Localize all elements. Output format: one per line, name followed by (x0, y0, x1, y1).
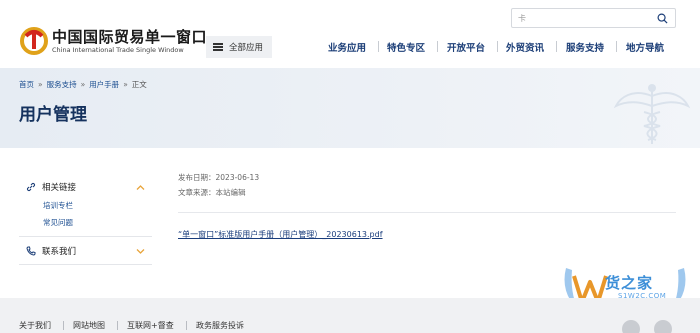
weibo-icon[interactable] (622, 320, 640, 333)
nav-open-platform[interactable]: 开放平台 (447, 40, 485, 54)
watermark-text: 货之家 (605, 274, 654, 292)
breadcrumb-service[interactable]: 服务支持 (47, 80, 77, 89)
footer-sitemap[interactable]: 网站地图 (73, 320, 105, 331)
menu-icon (213, 43, 223, 51)
phone-icon (26, 246, 36, 256)
nav-featured[interactable]: 特色专区 (387, 40, 425, 54)
nav-separator (437, 41, 438, 52)
breadcrumb-home[interactable]: 首页 (19, 80, 34, 89)
nav-service-support[interactable]: 服务支持 (566, 40, 604, 54)
chevron-up-icon[interactable] (136, 184, 145, 191)
nav-separator (497, 41, 498, 52)
page-title: 用户管理 (19, 105, 87, 125)
content-divider (178, 212, 676, 213)
publish-date: 发布日期：2023-06-13 (178, 173, 260, 182)
nav-trade-news[interactable]: 外贸资讯 (506, 40, 544, 54)
single-window-logo[interactable] (18, 24, 50, 56)
nav-separator (616, 41, 617, 52)
wechat-icon[interactable] (654, 320, 672, 333)
site-footer (0, 298, 700, 333)
link-icon (26, 182, 36, 192)
caduceus-emblem-icon (613, 84, 691, 144)
breadcrumb-manual[interactable]: 用户手册 (89, 80, 119, 89)
article-source: 文章来源：本站编辑 (178, 188, 246, 197)
sidebar-link-faq[interactable]: 常见问题 (43, 217, 73, 228)
site-name-en: China International Trade Single Window (52, 46, 184, 54)
search-input[interactable]: 卡 (511, 8, 676, 28)
site-name-cn[interactable]: 中国国际贸易单一窗口 (52, 26, 207, 47)
sidebar-section-label: 联系我们 (42, 247, 77, 257)
sidebar-divider (19, 264, 152, 265)
nav-separator (556, 41, 557, 52)
nav-local[interactable]: 地方导航 (626, 40, 664, 54)
breadcrumb-separator: » (80, 80, 86, 89)
footer-about-us[interactable]: 关于我们 (19, 320, 51, 331)
search-placeholder: 卡 (518, 14, 526, 23)
sidebar-related-links[interactable]: 相关链接 (26, 181, 76, 193)
all-apps-label: 全部应用 (229, 43, 264, 53)
footer-separator (117, 321, 118, 330)
footer-internet-supervision[interactable]: 互联网+督查 (127, 320, 174, 331)
footer-separator (63, 321, 64, 330)
chevron-down-icon[interactable] (136, 248, 145, 255)
all-apps-button[interactable]: 全部应用 (206, 36, 272, 58)
sidebar-section-label: 相关链接 (42, 183, 77, 193)
sidebar-divider (19, 236, 152, 237)
footer-complaint[interactable]: 政务服务投诉 (196, 320, 244, 331)
sidebar-link-training[interactable]: 培训专栏 (43, 200, 73, 211)
nav-separator (378, 41, 379, 52)
breadcrumb-separator: » (38, 80, 43, 89)
breadcrumb: 首页» 服务支持» 用户手册» 正文 (19, 79, 147, 90)
pdf-attachment-link[interactable]: “单一窗口”标准版用户手册（用户管理）_20230613.pdf (178, 229, 383, 240)
breadcrumb-current: 正文 (131, 80, 147, 89)
search-icon[interactable] (657, 13, 668, 24)
sidebar-contact-us[interactable]: 联系我们 (26, 245, 76, 257)
breadcrumb-separator: » (123, 80, 128, 89)
nav-business[interactable]: 业务应用 (328, 40, 366, 54)
footer-separator (186, 321, 187, 330)
